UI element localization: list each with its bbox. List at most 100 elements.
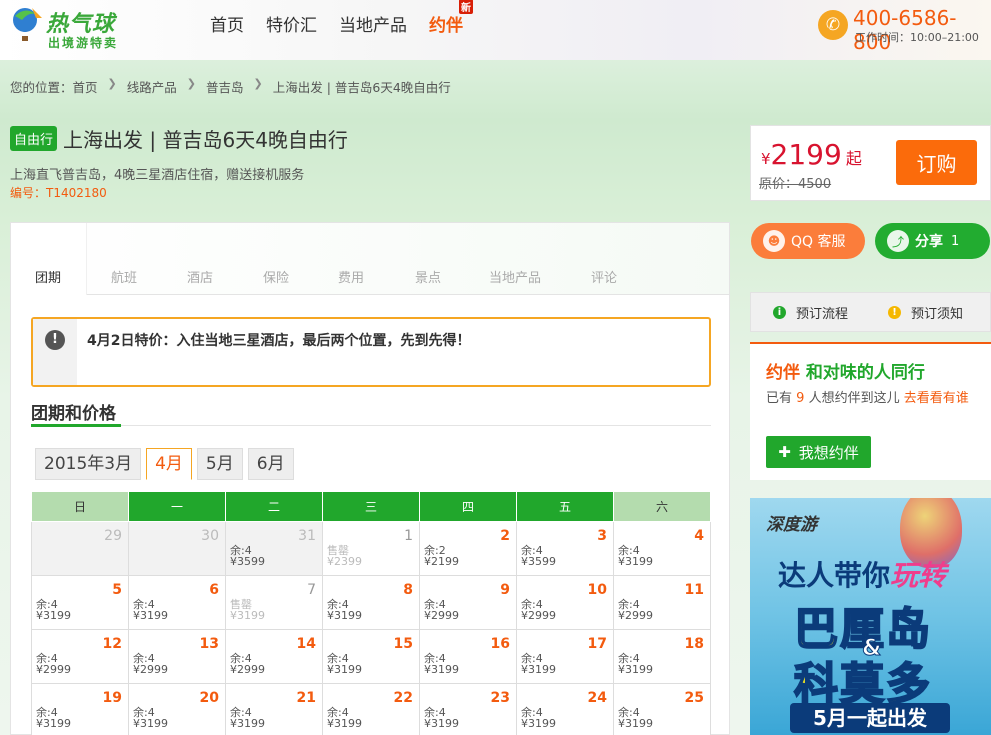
- day-number: 20: [199, 690, 219, 706]
- calendar-day-cell[interactable]: 14 余:4 ¥2999: [225, 629, 323, 684]
- breadcrumb-phuket[interactable]: 普吉岛: [206, 77, 244, 96]
- weekday-sun: 日: [31, 491, 129, 522]
- day-price: ¥3599: [521, 555, 556, 568]
- booking-notice-label: 预订须知: [911, 306, 964, 322]
- month-tab-june[interactable]: 6月: [247, 448, 294, 480]
- month-tab-april[interactable]: 4月: [146, 448, 192, 480]
- balloon-icon: [13, 8, 42, 41]
- calendar-day-cell[interactable]: 6 余:4 ¥3199: [128, 575, 226, 630]
- booking-flow-link[interactable]: i 预订流程: [773, 303, 848, 322]
- day-number: 19: [102, 690, 122, 706]
- calendar-day-cell[interactable]: 3 余:4 ¥3599: [516, 521, 614, 576]
- day-price: ¥3199: [36, 717, 71, 730]
- section-divider: [31, 425, 711, 426]
- qq-service-label: QQ 客服: [791, 234, 846, 250]
- calendar-week-row: 5 余:4 ¥3199 6 余:4 ¥3199 7 售罄 ¥3199 8 余:4 ¥3199 9 余:4 ¥…: [31, 575, 711, 630]
- weekday-thu: 四: [419, 491, 517, 522]
- calendar-day-cell[interactable]: 11 余:4 ¥2999: [613, 575, 711, 630]
- nav-companion-label: 约伴: [429, 16, 463, 36]
- calendar-day-cell: 31 余:4 ¥3599: [225, 521, 323, 576]
- product-title-row: 自由行 上海出发 | 普吉岛6天4晚自由行: [10, 124, 348, 153]
- calendar-day-cell[interactable]: 23 余:4 ¥3199: [419, 683, 517, 735]
- calendar-day-cell[interactable]: 12 余:4 ¥2999: [31, 629, 129, 684]
- calendar-day-cell[interactable]: 24 余:4 ¥3199: [516, 683, 614, 735]
- tab-attractions[interactable]: 景点: [415, 267, 441, 286]
- calendar-day-cell: 7 售罄 ¥3199: [225, 575, 323, 630]
- calendar-day-cell[interactable]: 5 余:4 ¥3199: [31, 575, 129, 630]
- companion-count: 9: [796, 391, 805, 406]
- companion-box: 约伴 和对味的人同行 已有 9 人想约伴到这儿 去看看有谁 ✚ 我想约伴: [750, 342, 991, 480]
- warning-icon: !: [888, 305, 902, 319]
- month-tab-march[interactable]: 2015年3月: [35, 448, 142, 480]
- tab-schedule[interactable]: 团期: [35, 267, 61, 286]
- calendar-day-cell[interactable]: 15 余:4 ¥3199: [322, 629, 420, 684]
- tab-flight[interactable]: 航班: [111, 267, 137, 286]
- banner-headline: 达人带你玩转: [778, 554, 946, 594]
- breadcrumb-routes[interactable]: 线路产品: [127, 77, 177, 96]
- nav-specials[interactable]: 特价汇: [266, 11, 317, 37]
- day-number: 15: [393, 636, 413, 652]
- day-number: 2: [500, 528, 510, 544]
- weekday-tue: 二: [225, 491, 323, 522]
- calendar-day-cell[interactable]: 16 余:4 ¥3199: [419, 629, 517, 684]
- breadcrumb: 您的位置： 首页 ❯ 线路产品 ❯ 普吉岛 ❯ 上海出发 | 普吉岛6天4晚自由…: [10, 77, 451, 96]
- nav-companion[interactable]: 约伴 新: [429, 0, 473, 37]
- month-tab-may[interactable]: 5月: [196, 448, 243, 480]
- tab-local-products[interactable]: 当地产品: [489, 267, 541, 286]
- weekday-wed: 三: [322, 491, 420, 522]
- companion-text-pre: 已有: [766, 391, 793, 406]
- calendar-day-cell[interactable]: 21 余:4 ¥3199: [225, 683, 323, 735]
- calendar-day-cell[interactable]: 17 余:4 ¥3199: [516, 629, 614, 684]
- tab-cost[interactable]: 费用: [338, 267, 364, 286]
- calendar-day-cell[interactable]: 10 余:4 ¥2999: [516, 575, 614, 630]
- calendar-day-cell[interactable]: 13 余:4 ¥2999: [128, 629, 226, 684]
- day-price: ¥3199: [327, 663, 362, 676]
- share-button[interactable]: ⤴ 分享 1: [875, 223, 990, 259]
- breadcrumb-prefix: 您的位置：: [10, 80, 73, 95]
- price-suffix: 起: [845, 149, 862, 168]
- promo-banner[interactable]: 深度游 达人带你玩转 巴厘岛 & 科莫多 5月一起出发: [750, 498, 991, 735]
- tab-hotel[interactable]: 酒店: [187, 267, 213, 286]
- price-box: ¥2199 起 原价：4500 订购: [750, 125, 991, 201]
- booking-notice-link[interactable]: ! 预订须知: [888, 303, 963, 322]
- calendar-day-cell[interactable]: 22 余:4 ¥3199: [322, 683, 420, 735]
- day-price: ¥3199: [230, 609, 265, 622]
- calendar-day-cell[interactable]: 20 余:4 ¥3199: [128, 683, 226, 735]
- day-number: 30: [201, 528, 219, 544]
- day-price: ¥3599: [230, 555, 265, 568]
- day-price: ¥2999: [230, 663, 265, 676]
- companion-see-link[interactable]: 去看看有谁: [904, 391, 969, 406]
- calendar-day-cell[interactable]: 9 余:4 ¥2999: [419, 575, 517, 630]
- day-price: ¥2999: [521, 609, 556, 622]
- book-button[interactable]: 订购: [896, 140, 977, 185]
- calendar-day-cell[interactable]: 8 余:4 ¥3199: [322, 575, 420, 630]
- nav-home[interactable]: 首页: [210, 11, 244, 37]
- nav-local-products[interactable]: 当地产品: [339, 11, 407, 37]
- day-number: 7: [307, 582, 316, 598]
- day-price: ¥3199: [36, 609, 71, 622]
- want-companion-button[interactable]: ✚ 我想约伴: [766, 436, 871, 468]
- detail-tabs: 团期 航班 酒店 保险 费用 景点 当地产品 评论: [11, 223, 729, 295]
- calendar-body: 29 30 31 余:4 ¥3599 1 售罄 ¥2399 2 余:2 ¥2199 3 余:4 ¥3599…: [31, 521, 711, 735]
- chevron-right-icon: ❯: [107, 77, 117, 90]
- day-number: 22: [393, 690, 413, 706]
- site-logo[interactable]: 热气球 出境游特卖: [10, 4, 135, 52]
- day-price: ¥3199: [133, 717, 168, 730]
- phone-icon: ✆: [818, 10, 848, 40]
- day-number: 18: [684, 636, 704, 652]
- qq-icon: ☻: [763, 230, 785, 252]
- day-number: 10: [587, 582, 607, 598]
- tab-reviews[interactable]: 评论: [591, 267, 617, 286]
- day-number: 3: [597, 528, 607, 544]
- day-price: ¥3199: [424, 663, 459, 676]
- calendar-day-cell[interactable]: 2 余:2 ¥2199: [419, 521, 517, 576]
- calendar-day-cell[interactable]: 4 余:4 ¥3199: [613, 521, 711, 576]
- breadcrumb-home[interactable]: 首页: [73, 77, 98, 96]
- calendar-day-cell[interactable]: 25 余:4 ¥3199: [613, 683, 711, 735]
- tab-insurance[interactable]: 保险: [263, 267, 289, 286]
- product-subtitle: 上海直飞普吉岛，4晚三星酒店住宿，赠送接机服务: [10, 168, 305, 183]
- calendar-day-cell[interactable]: 18 余:4 ¥3199: [613, 629, 711, 684]
- qq-service-button[interactable]: ☻ QQ 客服: [751, 223, 865, 259]
- calendar-day-cell[interactable]: 19 余:4 ¥3199: [31, 683, 129, 735]
- info-icon: i: [773, 305, 786, 319]
